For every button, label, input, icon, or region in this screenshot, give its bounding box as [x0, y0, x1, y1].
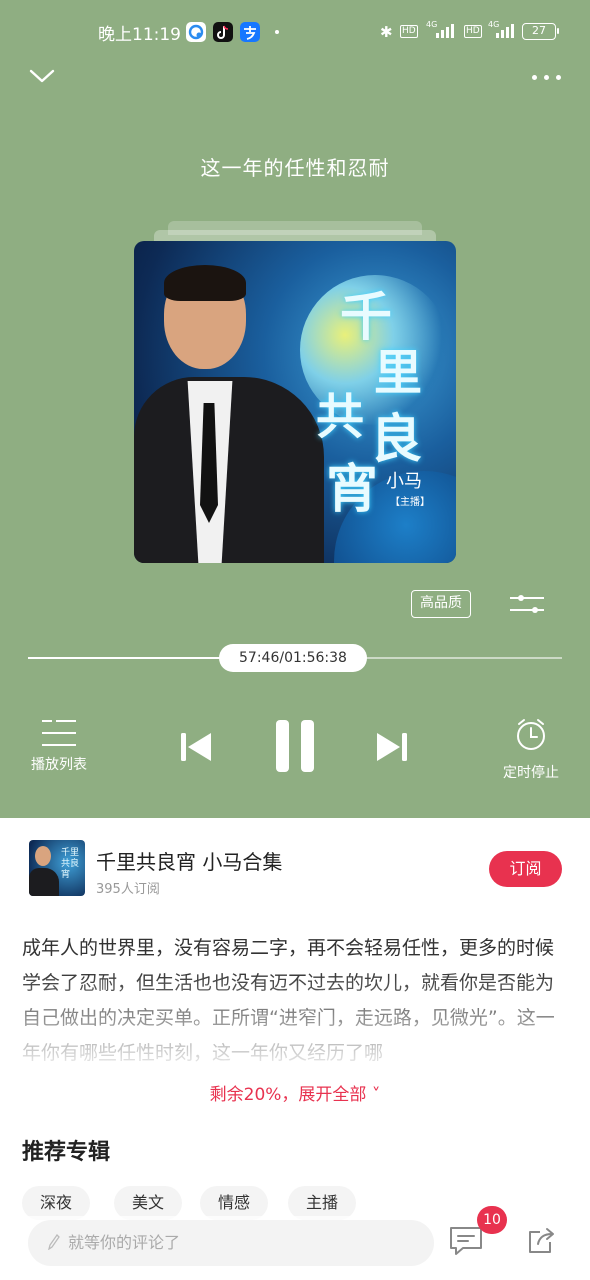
player-panel: 晚上11:19 ✱ HD 4G HD 4G 27 这一年的任性和忍耐 千 里 共… — [0, 0, 590, 818]
bluetooth-icon: ✱ — [380, 23, 393, 41]
tag-chip[interactable]: 情感 — [200, 1186, 269, 1220]
battery-indicator: 27 — [522, 23, 559, 40]
track-title: 这一年的任性和忍耐 — [200, 156, 390, 180]
playlist-button[interactable]: 播放列表 — [26, 718, 92, 778]
cover-host-name: 小马 — [386, 471, 422, 492]
cover-host-tag: 【主播】 — [390, 497, 430, 508]
progress-time-thumb[interactable]: 57:46/01:56:38 — [219, 644, 367, 672]
host-portrait-hair — [164, 265, 246, 301]
thumb-title: 千里 共良 宵 — [61, 848, 79, 881]
tag-chip[interactable]: 美文 — [114, 1186, 183, 1220]
thumb-char: 良 — [70, 859, 80, 869]
sleep-timer-label: 定时停止 — [503, 765, 559, 781]
cover-title-char: 宵 — [326, 459, 379, 520]
comment-input[interactable]: 就等你的评论了 — [28, 1220, 434, 1266]
status-bar: 晚上11:19 ✱ HD 4G HD 4G 27 — [0, 14, 590, 50]
album-thumbnail[interactable]: 千里 共良 宵 — [29, 840, 85, 896]
pause-icon[interactable] — [274, 720, 316, 772]
thumb-char: 千 — [61, 848, 71, 858]
comment-placeholder: 就等你的评论了 — [68, 1233, 181, 1252]
cover-title-char: 共 — [316, 389, 365, 445]
episode-description: 成年人的世界里，没有容易二字，再不会轻易任性，更多的时候学会了忍耐，但生活也也没… — [22, 931, 570, 1071]
subscribe-button[interactable]: 订阅 — [489, 851, 562, 887]
tag-chip[interactable]: 主播 — [288, 1186, 357, 1220]
alipay-icon — [240, 22, 260, 42]
album-detail-section: 千里 共良 宵 千里共良宵 小马合集 395人订阅 订阅 成年人的世界里，没有容… — [0, 818, 590, 1280]
share-icon[interactable] — [526, 1224, 558, 1256]
expand-description-link[interactable]: 剩余20%，展开全部 ˅ — [0, 1080, 590, 1105]
tiktok-icon — [213, 22, 233, 42]
hd-voice-indicator-2: HD — [464, 25, 482, 38]
chat-app-icon — [186, 22, 206, 42]
tag-chip[interactable]: 深夜 — [22, 1186, 91, 1220]
album-name[interactable]: 千里共良宵 小马合集 — [96, 846, 282, 875]
album-cover-art: 千 里 共 良 宵 小马 【主播】 — [134, 241, 456, 563]
recommend-section-title: 推荐专辑 — [22, 1140, 111, 1165]
cover-title-char: 里 — [374, 345, 423, 401]
next-track-icon[interactable] — [374, 729, 410, 765]
thumb-char: 宵 — [61, 870, 71, 880]
signal-2-icon — [496, 24, 518, 38]
sleep-timer-button[interactable]: 定时停止 — [498, 716, 564, 781]
thumb-body — [29, 868, 59, 896]
comment-count-badge: 10 — [477, 1206, 507, 1234]
signal-1-icon — [436, 24, 458, 38]
more-options-icon[interactable] — [530, 66, 564, 86]
alarm-clock-icon — [517, 719, 545, 750]
collapse-chevron-down-icon[interactable] — [28, 62, 56, 90]
thumb-char: 里 — [70, 848, 80, 858]
hd-voice-indicator: HD — [400, 25, 418, 38]
status-time: 晚上11:19 — [98, 25, 181, 45]
description-fade — [22, 971, 570, 1071]
notification-dot — [275, 30, 279, 34]
previous-track-icon[interactable] — [178, 729, 214, 765]
pencil-icon — [48, 1234, 60, 1250]
album-subscriber-count: 395人订阅 — [96, 882, 160, 897]
thumb-char: 共 — [61, 859, 71, 869]
quality-button[interactable]: 高品质 — [411, 590, 471, 618]
equalizer-settings-icon[interactable] — [510, 592, 544, 618]
comments-icon[interactable] — [448, 1224, 484, 1258]
thumb-head — [35, 846, 51, 866]
playlist-label: 播放列表 — [31, 757, 87, 773]
comment-bar: 就等你的评论了 10 — [0, 1206, 590, 1280]
playlist-icon — [42, 718, 76, 748]
